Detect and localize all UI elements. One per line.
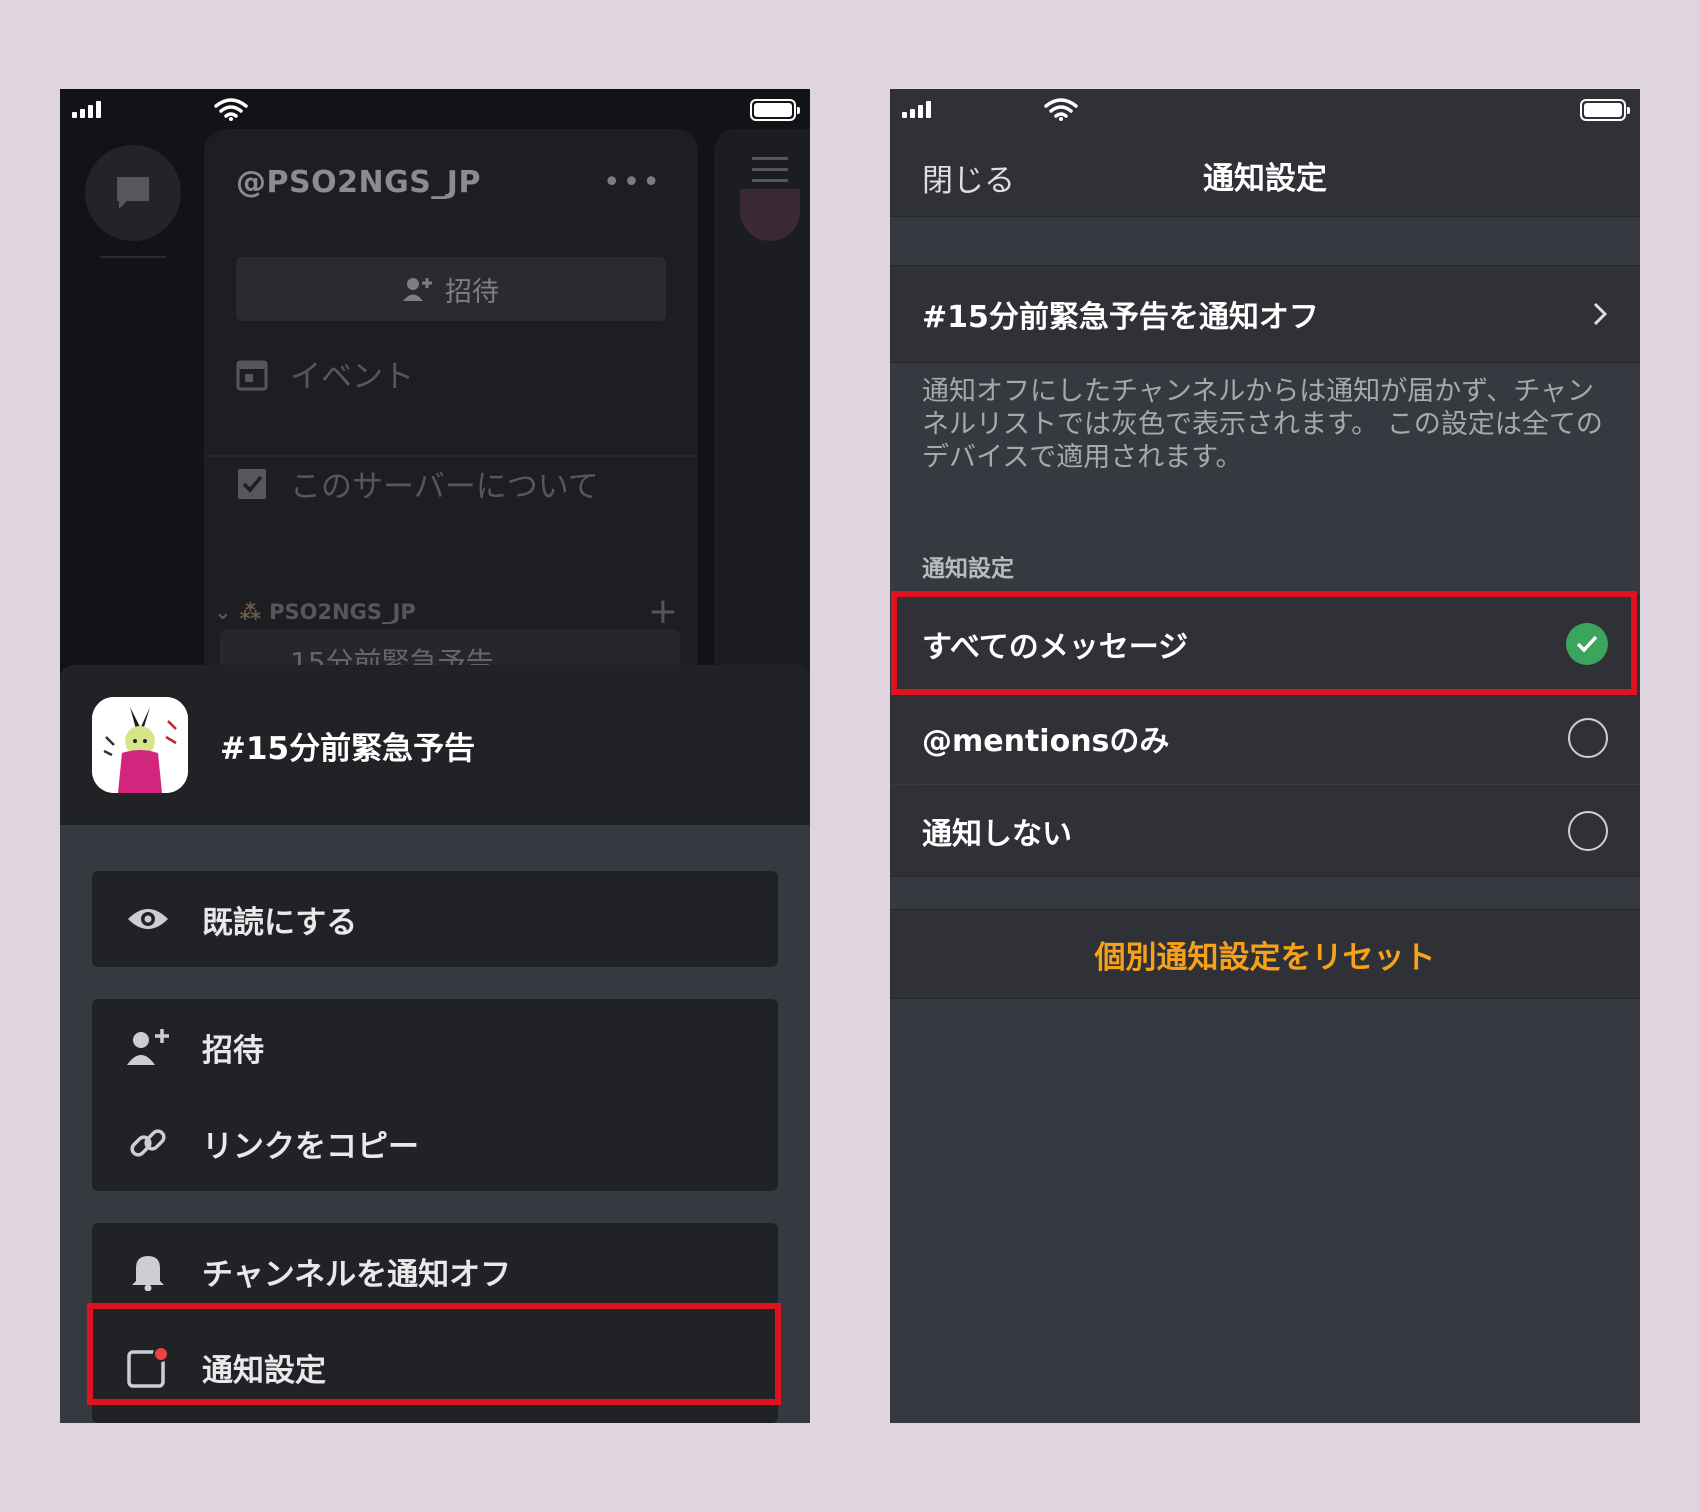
radio-button[interactable] [1568, 718, 1608, 758]
add-user-icon [403, 278, 432, 301]
channel-category[interactable]: ⌄ ⁂ PSO2NGS_JP + [214, 591, 678, 632]
wifi-icon [214, 98, 248, 121]
right-phone-screen: 通知設定 閉じる #15分前緊急予告を通知オフ 通知オフにしたチャンネルからは通… [890, 89, 1640, 1423]
server-list-divider [100, 256, 166, 258]
mark-read-label: 既読にする [202, 904, 358, 941]
more-options-icon[interactable]: ••• [603, 165, 662, 200]
chevron-right-icon [1592, 301, 1608, 327]
about-server-item[interactable]: このサーバーについて [236, 461, 599, 506]
status-bar [60, 89, 810, 129]
option-label: @mentionsのみ [922, 724, 1170, 759]
chevron-down-icon: ⌄ [214, 599, 232, 624]
link-icon [126, 1123, 170, 1163]
reset-notification-settings-button[interactable]: 個別通知設定をリセット [890, 909, 1640, 999]
highlight-box [891, 591, 1637, 695]
settings-header: 通知設定 閉じる [890, 129, 1640, 217]
eye-icon [126, 905, 170, 933]
divider [204, 455, 698, 457]
battery-icon [1580, 99, 1630, 121]
radio-circle-icon [1568, 810, 1608, 851]
invite-label: 招待 [202, 1032, 264, 1069]
copy-link-item[interactable]: リンクをコピー [92, 1095, 778, 1191]
channel-avatar [92, 697, 188, 793]
mute-channel-label: チャンネルを通知オフ [202, 1256, 512, 1293]
battery-icon [750, 99, 800, 121]
events-label: イベント [290, 359, 414, 395]
copy-link-label: リンクをコピー [202, 1128, 419, 1165]
chat-panel-peek [714, 129, 810, 709]
wifi-icon [1044, 98, 1078, 121]
invite-item[interactable]: 招待 [92, 999, 778, 1095]
avatar [740, 189, 800, 241]
reset-label: 個別通知設定をリセット [1094, 939, 1436, 976]
invite-card: 招待 リンクをコピー [92, 999, 778, 1191]
sheet-header: #15分前緊急予告 [60, 665, 810, 825]
add-channel-icon[interactable]: + [648, 591, 678, 632]
mark-read-card: 既読にする [92, 871, 778, 967]
server-name[interactable]: @PSO2NGS_JP [236, 165, 481, 200]
checklist-icon [238, 468, 266, 499]
add-user-icon [126, 1027, 170, 1067]
invite-label: 招待 [445, 276, 499, 308]
category-name: PSO2NGS_JP [269, 599, 416, 624]
sheet-channel-title: #15分前緊急予告 [220, 731, 476, 767]
left-phone-screen: @PSO2NGS_JP ••• 招待 イベント このサーバーについて ⌄ ⁂ P… [60, 89, 810, 1423]
section-label: 通知設定 [922, 556, 1014, 582]
direct-messages-button[interactable] [85, 145, 181, 241]
option-label: 通知しない [922, 816, 1072, 852]
option-mentions-only[interactable]: @mentionsのみ [890, 692, 1640, 784]
skewer-icon: ⁂ [239, 599, 262, 624]
events-item[interactable]: イベント [236, 351, 414, 396]
radio-circle-icon [1568, 718, 1608, 758]
mute-channel-row[interactable]: #15分前緊急予告を通知オフ [890, 265, 1640, 363]
about-server-label: このサーバーについて [290, 469, 599, 505]
hamburger-icon[interactable] [752, 157, 788, 190]
signal-icon [72, 101, 101, 118]
invite-button[interactable]: 招待 [236, 257, 666, 321]
calendar-icon [236, 360, 268, 390]
chat-icon [117, 177, 149, 209]
close-button[interactable]: 閉じる [922, 155, 1015, 200]
highlight-box [87, 1303, 781, 1405]
signal-icon [902, 101, 931, 118]
mute-channel-label: #15分前緊急予告を通知オフ [922, 300, 1319, 335]
radio-button[interactable] [1568, 810, 1608, 851]
mute-description: 通知オフにしたチャンネルからは通知が届かず、チャンネルリストでは灰色で表示されま… [922, 376, 1603, 473]
mark-read-item[interactable]: 既読にする [92, 871, 778, 967]
option-none[interactable]: 通知しない [890, 785, 1640, 877]
status-bar [890, 89, 1640, 129]
server-panel: @PSO2NGS_JP ••• 招待 イベント このサーバーについて ⌄ ⁂ P… [204, 129, 698, 709]
bell-icon [126, 1251, 170, 1291]
dimmed-background[interactable]: @PSO2NGS_JP ••• 招待 イベント このサーバーについて ⌄ ⁂ P… [60, 89, 810, 709]
